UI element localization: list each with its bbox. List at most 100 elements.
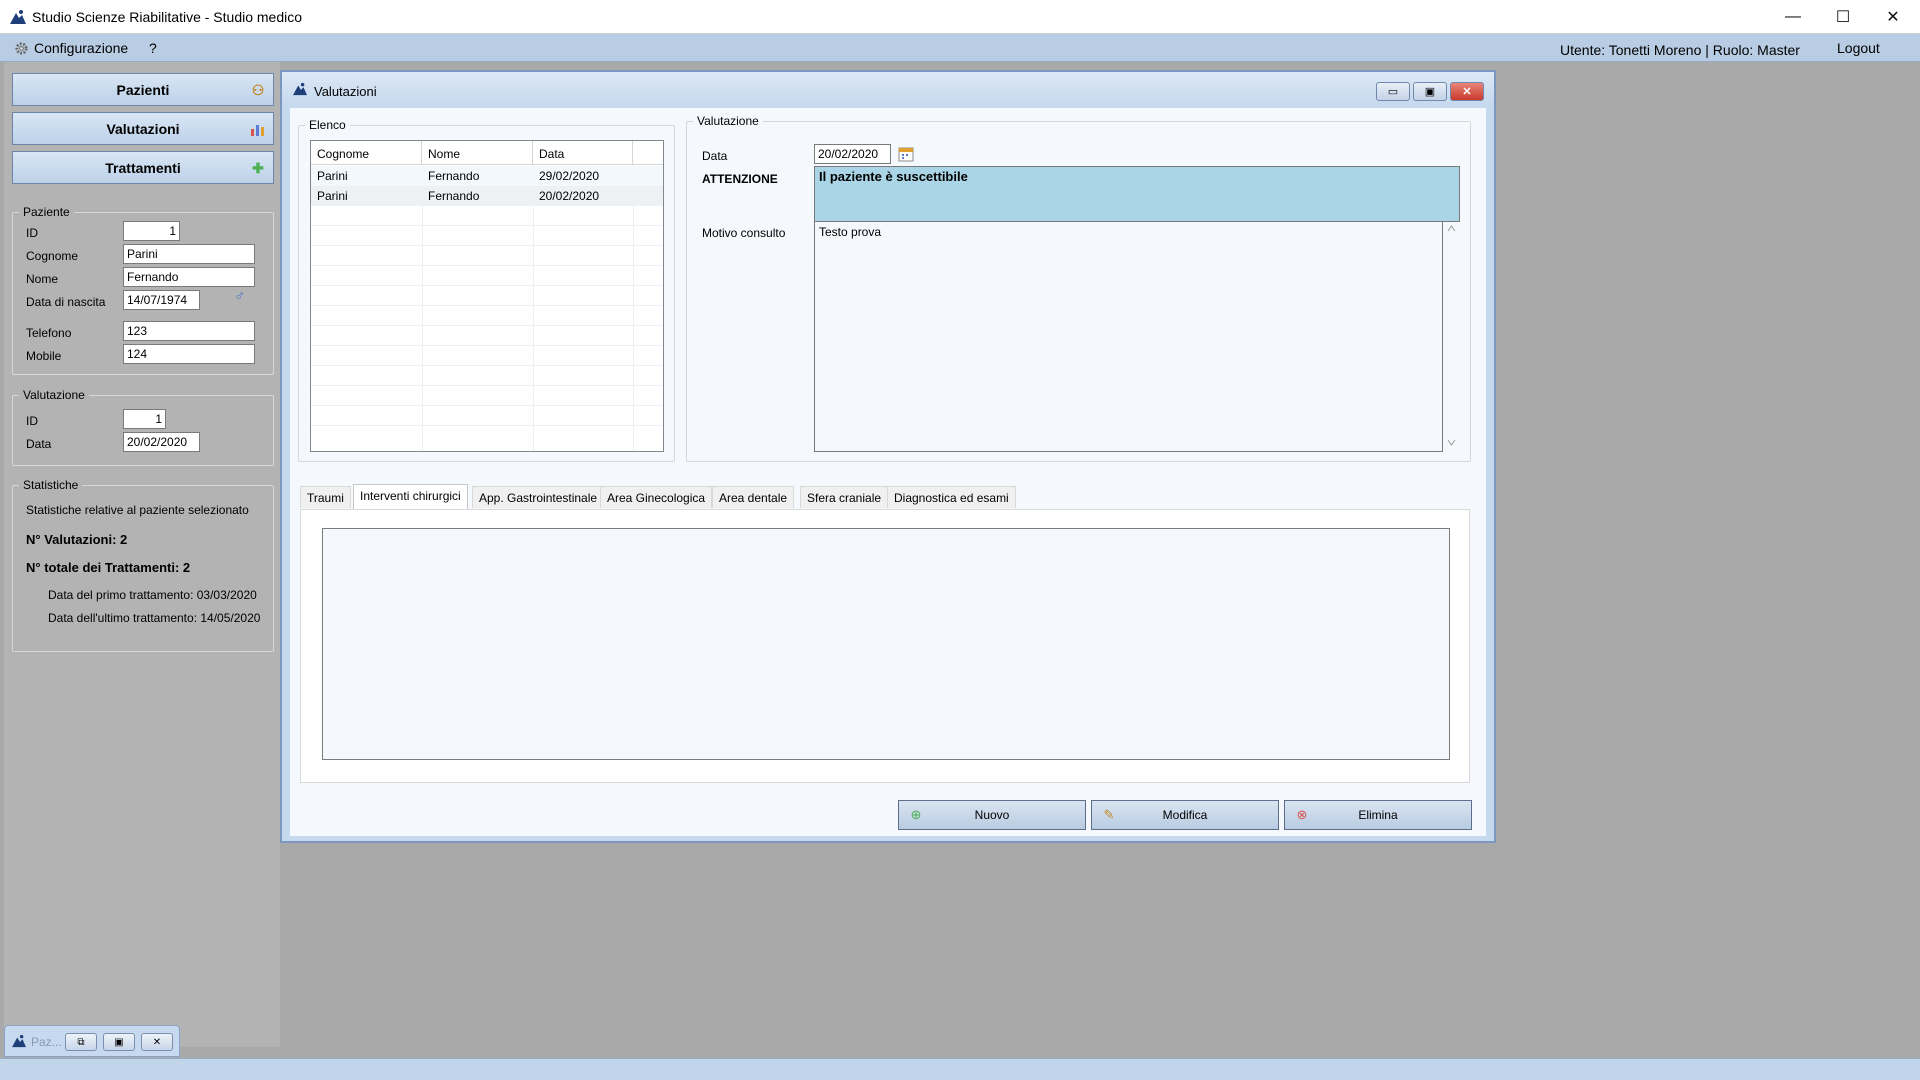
nav-pazienti-button[interactable]: Pazienti ⚇ — [12, 73, 274, 106]
add-icon: ⊕ — [910, 807, 922, 822]
male-gender-icon: ♂ — [234, 288, 246, 305]
cell-data: 29/02/2020 — [539, 169, 600, 183]
minimized-pazienti-window[interactable]: Paz... ⧉ ▣ ✕ — [4, 1025, 180, 1057]
maximize-button[interactable]: ☐ — [1818, 0, 1868, 34]
modifica-button[interactable]: ✎ Modifica — [1091, 800, 1279, 830]
motivo-consulto-label: Motivo consulto — [702, 226, 786, 240]
tab-app-gastrointestinale[interactable]: App. Gastrointestinale — [472, 486, 605, 508]
motivo-scrollbar[interactable] — [1443, 221, 1460, 452]
tab-diagnostica-ed-esami[interactable]: Diagnostica ed esami — [887, 486, 1016, 508]
valutazioni-content: Elenco Cognome Nome Data Parini Fernando… — [290, 108, 1486, 836]
column-header-nome[interactable]: Nome — [422, 141, 533, 165]
app-logo-icon — [10, 10, 26, 24]
logout-link[interactable]: Logout — [1837, 40, 1880, 56]
form-data-label: Data — [702, 149, 728, 163]
close-small-icon: ✕ — [152, 1036, 162, 1048]
tab-sfera-craniale[interactable]: Sfera craniale — [800, 486, 889, 508]
close-icon: ✕ — [1886, 9, 1900, 26]
edit-icon: ✎ — [1103, 807, 1115, 822]
table-row[interactable]: Parini Fernando 29/02/2020 — [311, 166, 663, 186]
valutazioni-window: Valutazioni ▭ ▣ ✕ Elenco Cognome Nome Da… — [280, 70, 1496, 843]
maximize-small-icon: ▣ — [114, 1036, 124, 1048]
paziente-mobile-field[interactable]: 124 — [123, 344, 255, 364]
attenzione-field[interactable]: Il paziente è suscettibile — [814, 166, 1460, 222]
motivo-consulto-textarea[interactable]: Testo prova — [814, 221, 1443, 452]
window-minimize-icon: ▭ — [1387, 86, 1399, 98]
paziente-id-field[interactable]: 1 — [123, 221, 180, 241]
paziente-cognome-field[interactable]: Parini — [123, 244, 255, 264]
menu-bar: Configurazione ? Utente: Tonetti Moreno … — [0, 34, 1920, 62]
bar-chart-icon — [251, 125, 264, 136]
window-close-icon: ✕ — [1462, 86, 1472, 98]
restore-icon: ⧉ — [77, 1036, 85, 1048]
menu-help[interactable]: ? — [149, 40, 157, 56]
menu-configurazione[interactable]: Configurazione — [34, 40, 128, 56]
cell-nome: Fernando — [428, 189, 480, 203]
ultimo-trattamento-text: Data dell'ultimo trattamento: 14/05/2020 — [48, 611, 261, 625]
paziente-nascita-field[interactable]: 14/07/1974 — [123, 290, 200, 310]
window-close-button[interactable]: ✕ — [1450, 82, 1484, 101]
statistiche-subtitle: Statistiche relative al paziente selezio… — [26, 503, 249, 517]
paziente-legend: Paziente — [23, 205, 70, 219]
tab-traumi[interactable]: Traumi — [300, 486, 351, 508]
cell-nome: Fernando — [428, 169, 480, 183]
status-bar — [0, 1058, 1920, 1080]
minimized-maximize-button[interactable]: ▣ — [103, 1033, 135, 1051]
elimina-label: Elimina — [1358, 808, 1398, 822]
scroll-up-icon[interactable] — [1447, 225, 1456, 232]
close-button[interactable]: ✕ — [1868, 0, 1918, 34]
table-row[interactable]: Parini Fernando 20/02/2020 — [311, 186, 663, 206]
nav-valutazioni-button[interactable]: Valutazioni — [12, 112, 274, 145]
primo-trattamento-text: Data del primo trattamento: 03/03/2020 — [48, 588, 257, 602]
paziente-nome-label: Nome — [26, 272, 59, 286]
scroll-down-icon[interactable] — [1447, 439, 1456, 446]
calendar-icon[interactable] — [898, 146, 914, 162]
n-trattamenti-text: N° totale dei Trattamenti: 2 — [26, 560, 191, 575]
paziente-mobile-label: Mobile — [26, 349, 62, 363]
app-title: Studio Scienze Riabilitative - Studio me… — [32, 9, 303, 25]
column-header-data[interactable]: Data — [533, 141, 633, 165]
statistiche-legend: Statistiche — [23, 478, 79, 492]
elimina-button[interactable]: ⊗ Elimina — [1284, 800, 1472, 830]
column-header-cognome[interactable]: Cognome — [311, 141, 422, 165]
paziente-telefono-field[interactable]: 123 — [123, 321, 255, 341]
valutazione-data-label: Data — [26, 437, 52, 451]
paziente-id-label: ID — [26, 226, 38, 240]
window-restore-icon: ▣ — [1424, 86, 1436, 98]
attenzione-label: ATTENZIONE — [702, 172, 778, 186]
nav-trattamenti-button[interactable]: Trattamenti ✚ — [12, 151, 274, 184]
minimized-logo-icon — [12, 1034, 26, 1048]
valutazione-id-field[interactable]: 1 — [123, 409, 166, 429]
nav-valutazioni-label: Valutazioni — [106, 120, 180, 137]
minimized-close-button[interactable]: ✕ — [141, 1033, 173, 1051]
elenco-legend: Elenco — [309, 118, 346, 132]
paziente-telefono-label: Telefono — [26, 326, 72, 340]
n-valutazioni-text: N° Valutazioni: 2 — [26, 532, 128, 547]
valutazioni-window-titlebar[interactable]: Valutazioni ▭ ▣ ✕ — [282, 72, 1494, 108]
tab-interventi-chirurgici[interactable]: Interventi chirurgici — [353, 484, 468, 509]
minimized-restore-button[interactable]: ⧉ — [65, 1033, 97, 1051]
paziente-cognome-label: Cognome — [26, 249, 79, 263]
gear-icon — [15, 42, 28, 55]
window-minimize-button[interactable]: ▭ — [1376, 82, 1410, 101]
tab-area-dentale[interactable]: Area dentale — [712, 486, 795, 508]
valutazioni-window-title: Valutazioni — [314, 84, 377, 99]
paziente-nome-field[interactable]: Fernando — [123, 267, 255, 287]
valutazione-side-legend: Valutazione — [23, 388, 85, 402]
form-data-field[interactable]: 20/02/2020 — [814, 144, 891, 164]
modifica-label: Modifica — [1162, 808, 1208, 822]
puzzle-icon: ✚ — [252, 160, 264, 176]
maximize-icon: ☐ — [1835, 9, 1851, 26]
minimize-button[interactable]: — — [1768, 0, 1818, 34]
user-info: Utente: Tonetti Moreno | Ruolo: Master — [1560, 42, 1800, 58]
elenco-table[interactable]: Cognome Nome Data Parini Fernando 29/02/… — [310, 140, 664, 452]
minimize-icon: — — [1785, 8, 1801, 25]
window-logo-icon — [293, 82, 307, 96]
valutazione-data-field[interactable]: 20/02/2020 — [123, 432, 200, 452]
nuovo-button[interactable]: ⊕ Nuovo — [898, 800, 1086, 830]
valutazione-form-legend: Valutazione — [697, 114, 759, 128]
tab-area-ginecologica[interactable]: Area Ginecologica — [600, 486, 713, 508]
interventi-textarea[interactable] — [322, 528, 1450, 760]
nav-trattamenti-label: Trattamenti — [105, 159, 181, 176]
window-restore-button[interactable]: ▣ — [1413, 82, 1447, 101]
